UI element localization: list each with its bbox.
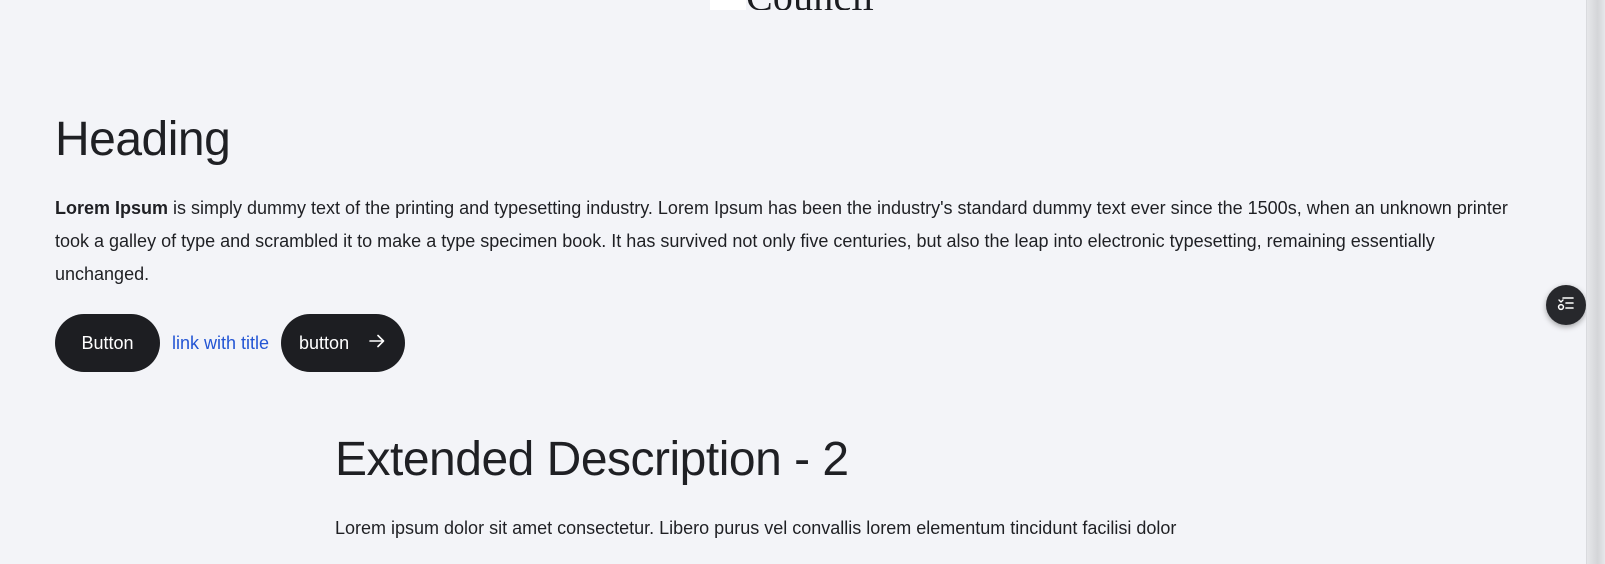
hero-section: Heading Lorem Ipsum is simply dummy text… (55, 108, 1525, 372)
table-of-contents-icon (1555, 292, 1577, 319)
arrow-button[interactable]: button (281, 314, 406, 372)
hero-description-text: is simply dummy text of the printing and… (55, 198, 1508, 284)
hero-description: Lorem Ipsum is simply dummy text of the … (55, 192, 1515, 291)
hero-description-bold: Lorem Ipsum (55, 198, 169, 218)
logo-text: Council (746, 0, 874, 10)
arrow-right-icon (367, 331, 387, 356)
logo-mark (710, 0, 746, 10)
extended-description-section: Extended Description - 2 Lorem ipsum dol… (335, 430, 1335, 545)
site-logo[interactable]: Council (710, 0, 880, 10)
scrollbar[interactable] (1586, 0, 1605, 564)
extended-description-text: Lorem ipsum dolor sit amet consectetur. … (335, 518, 1177, 538)
page-heading: Heading (55, 113, 231, 166)
primary-button[interactable]: Button (55, 314, 160, 372)
table-of-contents-button[interactable] (1546, 285, 1586, 325)
title-link[interactable]: link with title (172, 333, 269, 354)
arrow-button-label: button (299, 332, 350, 353)
hero-actions: Button link with title button (55, 314, 406, 372)
extended-description-heading: Extended Description - 2 (335, 433, 849, 486)
